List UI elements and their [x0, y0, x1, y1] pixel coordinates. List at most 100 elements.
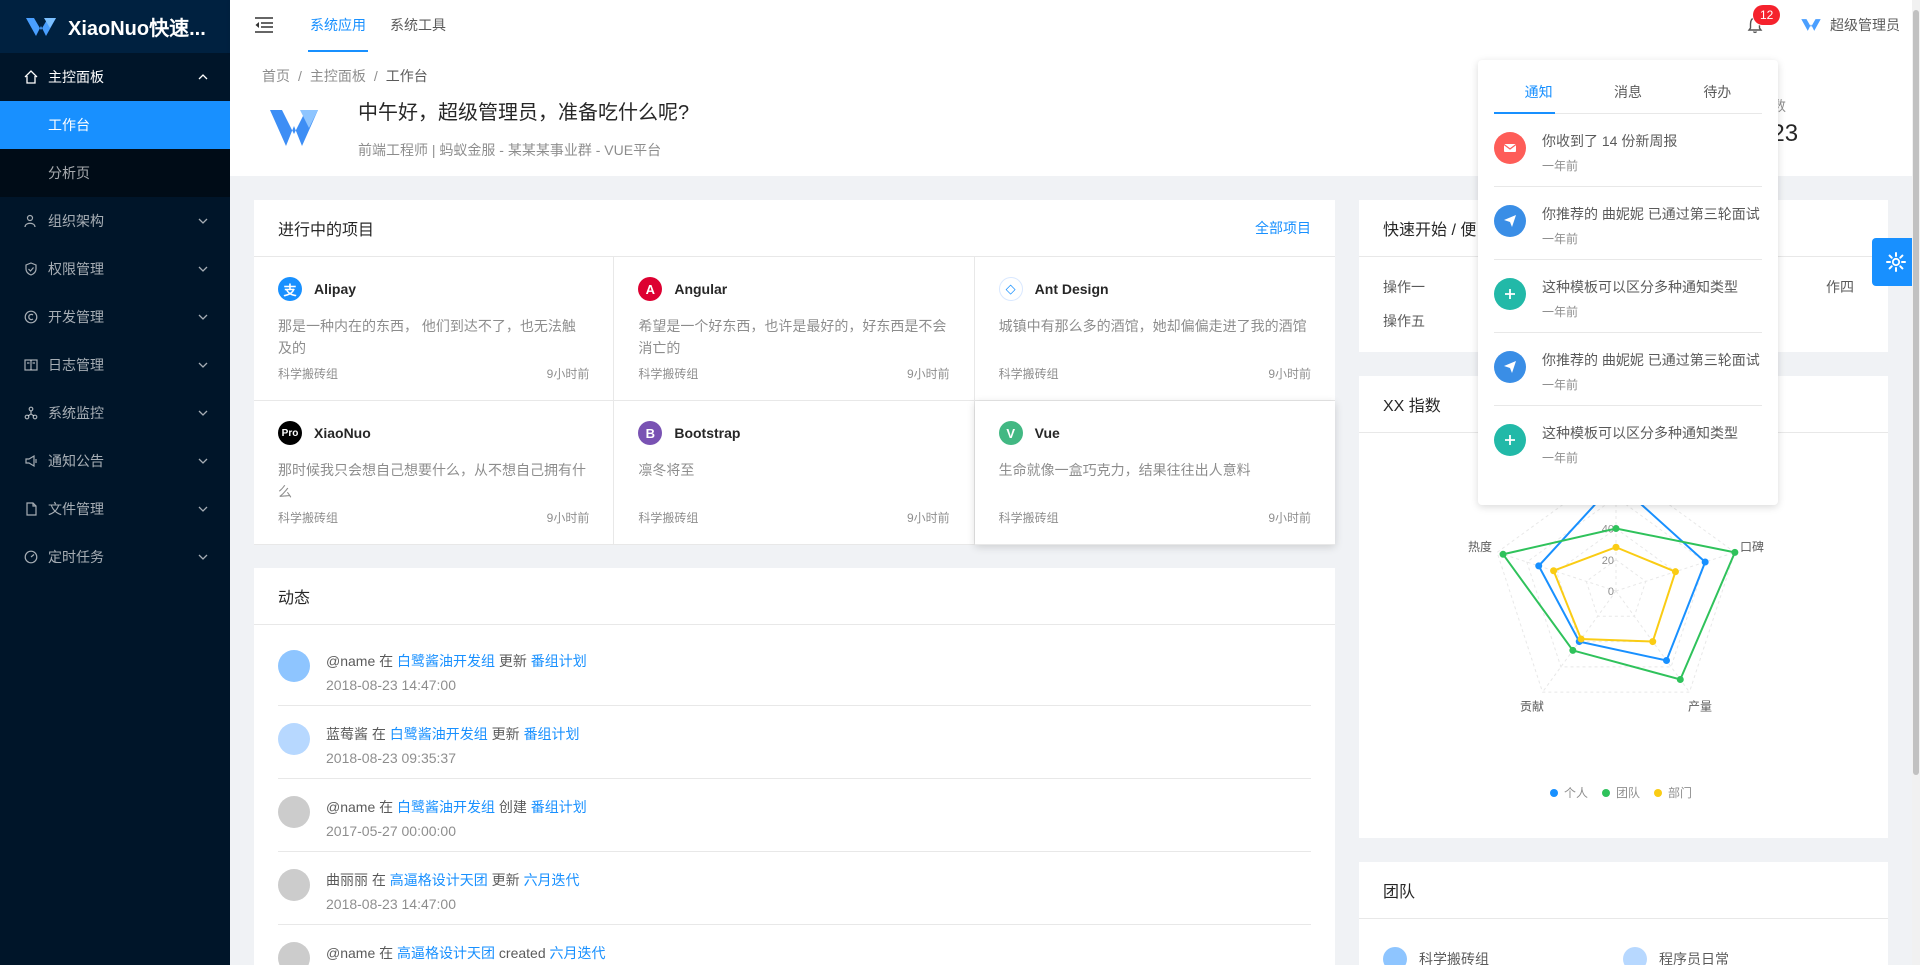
activity-group-link[interactable]: 高逼格设计天团 — [397, 945, 495, 961]
radar-point[interactable] — [1671, 568, 1679, 576]
team-item[interactable]: 科学搬砖组 — [1383, 947, 1623, 965]
notification-item[interactable]: 这种模板可以区分多种通知类型 一年前 — [1494, 406, 1762, 479]
notification-title: 你推荐的 曲妮妮 已通过第三轮面试 — [1542, 206, 1760, 222]
project-name[interactable]: Vue — [1035, 425, 1060, 441]
radar-point[interactable] — [1577, 635, 1585, 643]
project-footer: 科学搬砖组 9小时前 — [999, 365, 1311, 382]
activity-group-link[interactable]: 白鹭酱油开发组 — [397, 653, 495, 669]
notification-title: 你收到了 14 份新周报 — [1542, 133, 1678, 149]
radar-point[interactable] — [1612, 543, 1620, 551]
radar-point[interactable] — [1535, 562, 1543, 570]
tab-notice[interactable]: 通知 — [1494, 60, 1583, 113]
sidebar-item-dev[interactable]: 开发管理 — [0, 293, 230, 341]
tab-todo[interactable]: 待办 — [1673, 60, 1762, 113]
activity-project-link[interactable]: 六月迭代 — [550, 945, 606, 961]
legend-marker[interactable] — [1654, 789, 1662, 797]
page-subtitle: 前端工程师 | 蚂蚁金服 - 某某某事业群 - VUE平台 — [358, 142, 662, 158]
activity-project-link[interactable]: 六月迭代 — [524, 872, 580, 888]
project-team[interactable]: 科学搬砖组 — [999, 365, 1059, 382]
sidebar-item-workbench[interactable]: 工作台 — [0, 101, 230, 149]
project-logo-icon: Pro — [278, 421, 302, 445]
project-name[interactable]: Ant Design — [1035, 281, 1109, 297]
legend-label[interactable]: 个人 — [1564, 786, 1588, 800]
project-logo-icon: ◇ — [998, 277, 1023, 301]
radar-point[interactable] — [1569, 646, 1577, 654]
notification-item[interactable]: 这种模板可以区分多种通知类型 一年前 — [1494, 260, 1762, 333]
project-card[interactable]: Pro XiaoNuo 那时候我只会想自己想要什么，从不想自己拥有什么 科学搬砖组 9小… — [254, 401, 615, 545]
project-team[interactable]: 科学搬砖组 — [638, 365, 698, 382]
team-item[interactable]: 程序员日常 — [1623, 947, 1729, 965]
activity-item: @name 在 白鹭酱油开发组 创建 番组计划 2017-05-27 00:00:… — [278, 779, 1311, 852]
activity-project-link[interactable]: 番组计划 — [524, 726, 580, 742]
project-name[interactable]: XiaoNuo — [314, 425, 371, 441]
notification-item[interactable]: 你收到了 14 份新周报 一年前 — [1494, 114, 1762, 187]
project-team[interactable]: 科学搬砖组 — [278, 365, 338, 382]
radar-point[interactable] — [1612, 525, 1620, 532]
project-header: ◇ Ant Design — [998, 277, 1311, 301]
notification-item[interactable]: 你推荐的 曲妮妮 已通过第三轮面试 一年前 — [1494, 333, 1762, 406]
tab-system-apps[interactable]: 系统应用 — [308, 0, 368, 52]
radar-point[interactable] — [1676, 675, 1684, 683]
project-team[interactable]: 科学搬砖组 — [278, 509, 338, 526]
sidebar: XiaoNuo快速... 主控面板 工作台 分析页 组织架构 权限管理 开发管理 — [0, 0, 230, 965]
project-footer: 科学搬砖组 9小时前 — [638, 365, 949, 382]
sidebar-item-org[interactable]: 组织架构 — [0, 197, 230, 245]
sidebar-item-label: 定时任务 — [48, 549, 104, 565]
activity-group-link[interactable]: 白鹭酱油开发组 — [397, 799, 495, 815]
notification-list: 你收到了 14 份新周报 一年前 你推荐的 曲妮妮 已通过第三轮面试 一年前 这种模板可… — [1478, 114, 1778, 479]
activity-project-link[interactable]: 番组计划 — [531, 653, 587, 669]
notification-item[interactable]: 你推荐的 曲妮妮 已通过第三轮面试 一年前 — [1494, 187, 1762, 260]
activity-group-link[interactable]: 白鹭酱油开发组 — [390, 726, 488, 742]
radar-point[interactable] — [1499, 550, 1507, 558]
project-card[interactable]: V Vue 生命就像一盒巧克力，结果往往出人意料 科学搬砖组 9小时前 — [974, 401, 1335, 545]
project-card[interactable]: B Bootstrap 凛冬将至 科学搬砖组 9小时前 — [614, 401, 975, 545]
project-card[interactable]: 支 Alipay 那是一种内在的东西， 他们到达不了，也无法触及的 科学搬砖组 9小时前 — [254, 257, 615, 401]
project-name[interactable]: Alipay — [314, 281, 356, 297]
activity-group-link[interactable]: 高逼格设计天团 — [390, 872, 488, 888]
user-menu[interactable]: 超级管理员 — [1800, 15, 1900, 35]
sidebar-item-monitor[interactable]: 系统监控 — [0, 389, 230, 437]
sidebar-item-dashboard[interactable]: 主控面板 — [0, 53, 230, 101]
sidebar-item-log[interactable]: 日志管理 — [0, 341, 230, 389]
sidebar-item-label: 文件管理 — [48, 501, 104, 517]
sidebar-item-analysis[interactable]: 分析页 — [0, 149, 230, 197]
legend-marker[interactable] — [1602, 789, 1610, 797]
sidebar-item-permission[interactable]: 权限管理 — [0, 245, 230, 293]
legend-marker[interactable] — [1550, 789, 1558, 797]
legend-label[interactable]: 部门 — [1668, 785, 1692, 800]
sidebar-item-label: 系统监控 — [48, 405, 104, 421]
logo[interactable]: XiaoNuo快速... — [0, 0, 230, 53]
breadcrumb-dashboard[interactable]: 主控面板 — [310, 68, 366, 84]
project-card[interactable]: ◇ Ant Design 城镇中有那么多的酒馆，她却偏偏走进了我的酒馆 科学搬砖组 9小… — [974, 257, 1335, 401]
breadcrumb-home[interactable]: 首页 — [262, 68, 290, 84]
all-projects-link[interactable]: 全部项目 — [1255, 218, 1311, 238]
legend-label[interactable]: 团队 — [1616, 785, 1640, 800]
project-logo-icon: A — [638, 277, 663, 301]
tab-message[interactable]: 消息 — [1583, 60, 1672, 113]
project-team[interactable]: 科学搬砖组 — [999, 509, 1059, 526]
activity-verb: 更新 — [491, 872, 520, 888]
radar-point[interactable] — [1731, 548, 1739, 556]
radar-point[interactable] — [1701, 558, 1709, 566]
project-name[interactable]: Angular — [674, 281, 727, 297]
activity-user: 曲丽丽 — [326, 872, 368, 888]
project-name[interactable]: Bootstrap — [674, 425, 740, 441]
menu-fold-icon[interactable] — [254, 16, 274, 34]
chevron-down-icon — [198, 314, 208, 320]
project-desc: 凛冬将至 — [638, 462, 695, 478]
page-scrollbar[interactable] — [1912, 0, 1920, 965]
radar-point[interactable] — [1550, 567, 1558, 575]
sidebar-item-file[interactable]: 文件管理 — [0, 485, 230, 533]
plus-icon — [1494, 424, 1526, 456]
radar-point[interactable] — [1649, 638, 1657, 646]
scrollbar-thumb[interactable] — [1913, 10, 1919, 775]
activity-verb: 更新 — [491, 726, 520, 742]
activity-project-link[interactable]: 番组计划 — [531, 799, 587, 815]
project-card[interactable]: A Angular 希望是一个好东西，也许是最好的，好东西是不会消亡的 科学搬砖组 9小… — [614, 257, 975, 401]
sidebar-item-job[interactable]: 定时任务 — [0, 533, 230, 581]
tab-system-tools[interactable]: 系统工具 — [388, 0, 448, 52]
sidebar-item-notice[interactable]: 通知公告 — [0, 437, 230, 485]
project-team[interactable]: 科学搬砖组 — [638, 509, 698, 526]
activity-time: 2018-08-23 09:35:37 — [326, 750, 456, 766]
radar-point[interactable] — [1663, 657, 1671, 665]
